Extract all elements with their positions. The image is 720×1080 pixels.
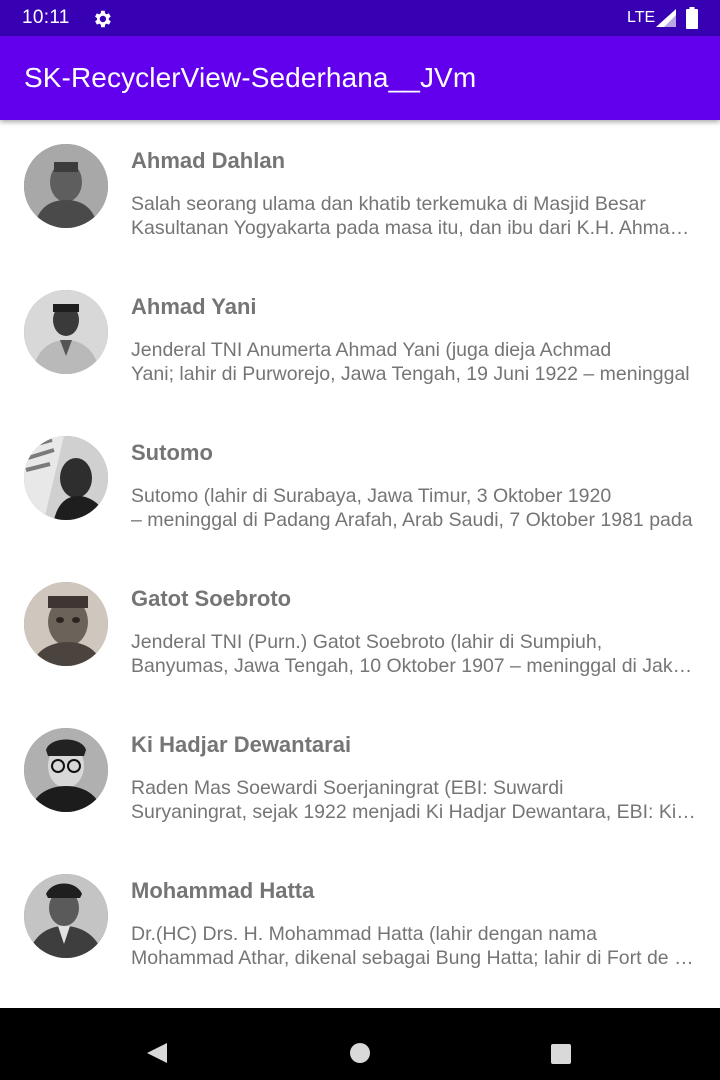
item-name: Mohammad Hatta (131, 878, 315, 903)
list-item[interactable]: Gatot Soebroto Jenderal TNI (Purn.) Gato… (0, 558, 720, 704)
recents-icon[interactable] (550, 1043, 572, 1065)
signal-icon (656, 9, 676, 27)
item-name: Sutomo (131, 440, 213, 465)
item-name: Ahmad Dahlan (131, 148, 286, 173)
avatar (24, 728, 108, 812)
app-bar: SK-RecyclerView-Sederhana__JVm (0, 36, 720, 120)
list-item[interactable]: Sutomo Sutomo (lahir di Surabaya, Jawa T… (0, 412, 720, 558)
avatar (24, 144, 108, 228)
avatar (24, 290, 108, 374)
item-description: Sutomo (lahir di Surabaya, Jawa Timur, 3… (131, 485, 693, 531)
list-item[interactable]: Ahmad Dahlan Salah seorang ulama dan kha… (0, 120, 720, 266)
battery-icon (686, 7, 698, 29)
recycler-list[interactable]: Ahmad Dahlan Salah seorang ulama dan kha… (0, 120, 720, 1008)
app-title: SK-RecyclerView-Sederhana__JVm (24, 62, 477, 93)
item-description: Jenderal TNI (Purn.) Gatot Soebroto (lah… (131, 631, 697, 677)
home-icon[interactable] (349, 1042, 371, 1064)
item-name: Ki Hadjar Dewantarai (131, 732, 352, 757)
avatar (24, 582, 108, 666)
avatar (24, 874, 108, 958)
list-item[interactable]: Ki Hadjar Dewantarai Raden Mas Soewardi … (0, 704, 720, 850)
list-item[interactable]: Ahmad Yani Jenderal TNI Anumerta Ahmad Y… (0, 266, 720, 412)
avatar (24, 436, 108, 520)
list-item[interactable]: Mohammad Hatta Dr.(HC) Drs. H. Mohammad … (0, 850, 720, 996)
network-type: LTE (627, 9, 656, 26)
status-time: 10:11 (22, 7, 70, 28)
navigation-bar (0, 1008, 720, 1080)
back-icon[interactable] (145, 1041, 169, 1065)
item-description: Raden Mas Soewardi Soerjaningrat (EBI: S… (131, 777, 697, 823)
item-description: Dr.(HC) Drs. H. Mohammad Hatta (lahir de… (131, 923, 697, 969)
item-description: Jenderal TNI Anumerta Ahmad Yani (juga d… (131, 339, 690, 385)
item-name: Ahmad Yani (131, 294, 257, 319)
gear-icon (95, 10, 111, 28)
status-bar: 10:11 LTE (0, 0, 720, 36)
item-description: Salah seorang ulama dan khatib terkemuka… (131, 193, 697, 239)
item-name: Gatot Soebroto (131, 586, 292, 611)
